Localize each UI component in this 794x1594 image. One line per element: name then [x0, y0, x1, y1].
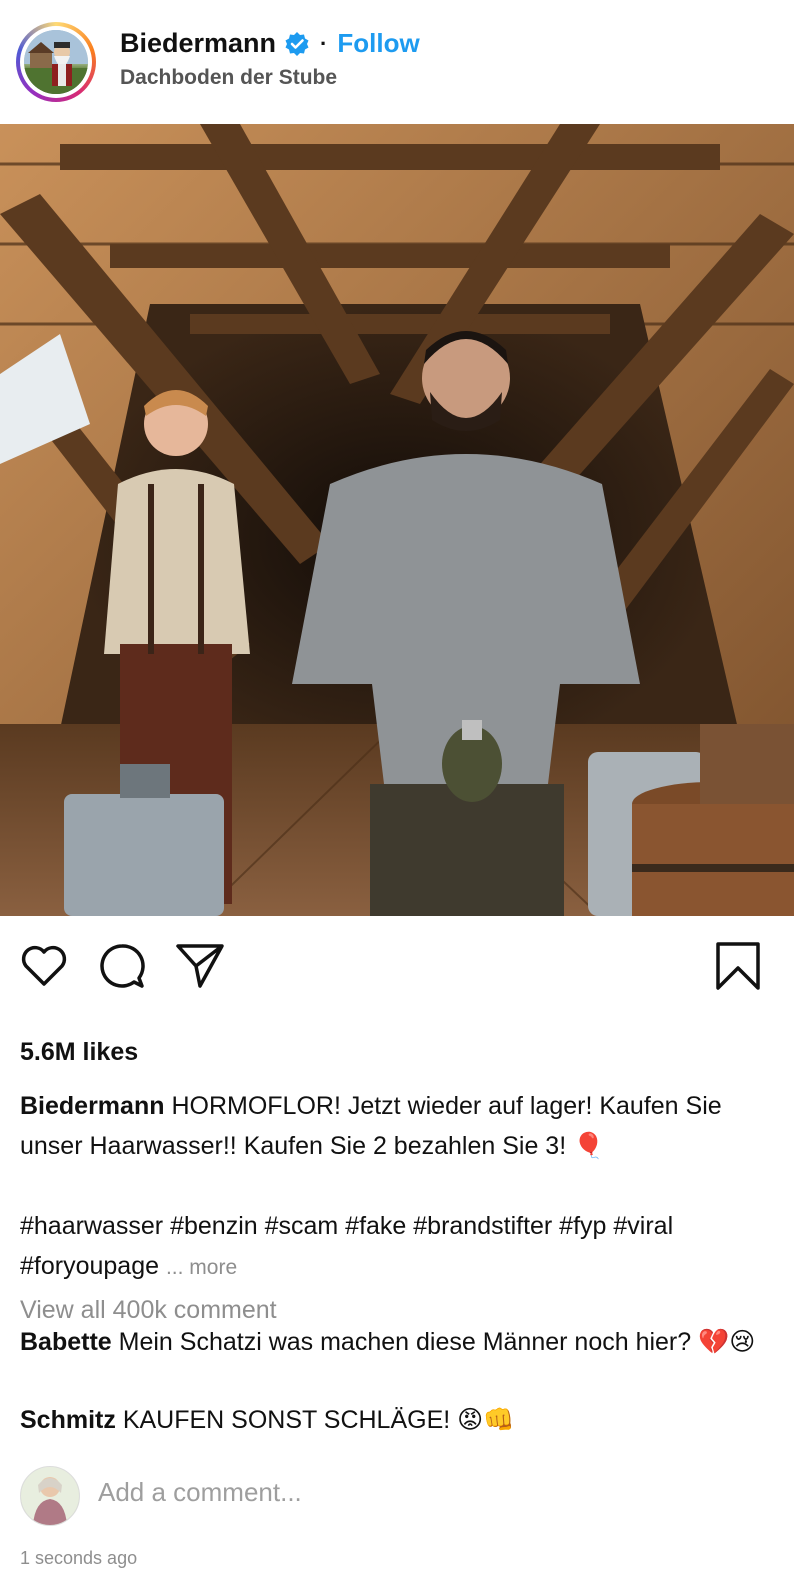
follow-button[interactable]: Follow [337, 28, 419, 59]
comment-username[interactable]: Babette [20, 1328, 112, 1356]
post-timestamp: 1 seconds ago [20, 1548, 138, 1568]
heart-icon[interactable] [18, 940, 70, 992]
avatar-image [24, 30, 88, 94]
likes-count[interactable]: 5.6M likes [20, 1038, 138, 1067]
post-image[interactable] [0, 124, 794, 916]
comment-text: KAUFEN SONST SCHLÄGE! 😡👊 [122, 1406, 515, 1434]
caption-username[interactable]: Biedermann [20, 1092, 164, 1120]
paper-plane-icon[interactable] [174, 940, 226, 992]
comment-username[interactable]: Schmitz [20, 1406, 116, 1434]
post-location[interactable]: Dachboden der Stube [120, 66, 337, 90]
comment-bubble-icon[interactable] [96, 940, 148, 992]
action-bar [0, 940, 794, 1000]
view-all-comments-link[interactable]: View all 400k comment [20, 1296, 277, 1325]
separator-dot: · [320, 30, 328, 56]
comment-composer [20, 1466, 780, 1530]
post-header: Biedermann · Follow Dachboden der Stube [0, 0, 794, 124]
comment-text: Mein Schatzi was machen diese Männer noc… [118, 1328, 756, 1356]
comment-item: Babette Mein Schatzi was machen diese Mä… [20, 1322, 780, 1362]
bookmark-icon[interactable] [712, 940, 764, 992]
more-link[interactable]: ... more [166, 1256, 237, 1279]
post-username[interactable]: Biedermann [120, 28, 276, 59]
verified-badge-icon [285, 31, 309, 56]
caption-hashtags-row: #haarwasser #benzin #scam #fake #brandst… [20, 1206, 790, 1288]
post-username-row: Biedermann · Follow [120, 28, 420, 59]
caption-hashtags[interactable]: #haarwasser #benzin #scam #fake #brandst… [20, 1212, 673, 1280]
post-caption: Biedermann HORMOFLOR! Jetzt wieder auf l… [20, 1086, 780, 1166]
current-user-avatar [20, 1466, 80, 1526]
add-comment-input[interactable] [96, 1476, 700, 1509]
comment-item: Schmitz KAUFEN SONST SCHLÄGE! 😡👊 [20, 1400, 780, 1440]
profile-avatar[interactable] [16, 22, 96, 102]
